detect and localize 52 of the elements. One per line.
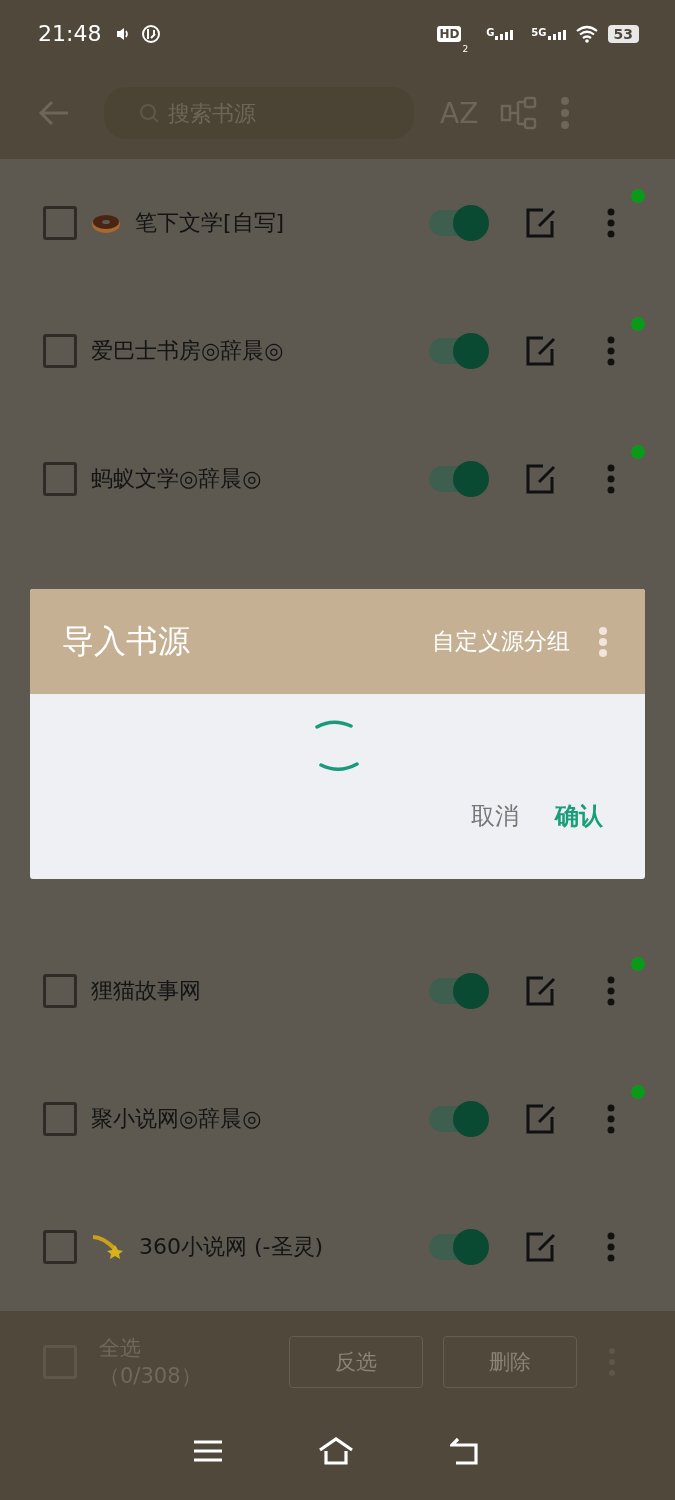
source-name: 笔下文学[自写] bbox=[135, 209, 285, 238]
toggle-switch[interactable] bbox=[429, 205, 489, 242]
toggle-switch[interactable] bbox=[429, 973, 489, 1010]
signal-indicator: 5G bbox=[531, 27, 566, 40]
confirm-button[interactable]: 确认 bbox=[549, 794, 609, 839]
menu-icon[interactable] bbox=[192, 1439, 223, 1464]
group-icon[interactable] bbox=[500, 96, 539, 131]
back-arrow-icon[interactable] bbox=[38, 99, 70, 128]
toggle-switch[interactable] bbox=[429, 333, 489, 370]
cancel-button[interactable]: 取消 bbox=[465, 794, 525, 839]
edit-icon[interactable] bbox=[525, 336, 557, 367]
more-icon[interactable] bbox=[607, 1232, 615, 1263]
toggle-switch[interactable] bbox=[429, 1229, 489, 1266]
more-icon[interactable] bbox=[607, 208, 615, 239]
dialog-title: 导入书源 bbox=[62, 620, 190, 662]
invert-selection-button[interactable]: 反选 bbox=[289, 1336, 423, 1389]
toggle-switch[interactable] bbox=[429, 461, 489, 498]
clock: 21:48 bbox=[38, 21, 102, 47]
source-name: 360小说网 (-圣灵) bbox=[139, 1233, 324, 1262]
home-icon[interactable] bbox=[318, 1437, 355, 1466]
checkbox[interactable] bbox=[43, 974, 77, 1009]
battery-indicator: 53 bbox=[607, 24, 639, 43]
checkbox[interactable] bbox=[43, 206, 77, 241]
star-icon bbox=[91, 1233, 125, 1262]
sim-index: 2 bbox=[462, 43, 469, 54]
more-icon[interactable] bbox=[607, 976, 615, 1007]
checkbox[interactable] bbox=[43, 334, 77, 369]
checkbox[interactable] bbox=[43, 1230, 77, 1265]
source-name: 蚂蚁文学◎辞晨◎ bbox=[91, 465, 262, 494]
wifi-icon bbox=[575, 24, 598, 43]
more-icon[interactable] bbox=[560, 96, 571, 131]
delete-button[interactable]: 删除 bbox=[443, 1336, 577, 1389]
more-icon[interactable] bbox=[607, 1104, 615, 1135]
donut-icon bbox=[91, 212, 121, 235]
edit-icon[interactable] bbox=[525, 208, 557, 239]
source-name: 爱巴士书房◎辞晨◎ bbox=[91, 337, 284, 366]
checkbox[interactable] bbox=[43, 462, 77, 497]
custom-group-button[interactable]: 自定义源分组 bbox=[432, 626, 570, 658]
edit-icon[interactable] bbox=[525, 976, 557, 1007]
toggle-switch[interactable] bbox=[429, 1101, 489, 1138]
edit-icon[interactable] bbox=[525, 1104, 557, 1135]
signal-indicator: G bbox=[486, 27, 514, 40]
source-name: 聚小说网◎辞晨◎ bbox=[91, 1105, 262, 1134]
data-saver-icon bbox=[141, 23, 162, 44]
source-name: 狸猫故事网 bbox=[91, 977, 201, 1006]
hd-voice-indicator: HD bbox=[437, 25, 462, 42]
more-icon[interactable] bbox=[607, 464, 615, 495]
edit-icon[interactable] bbox=[525, 464, 557, 495]
more-icon[interactable] bbox=[598, 625, 608, 658]
checkbox[interactable] bbox=[43, 1102, 77, 1137]
edit-icon[interactable] bbox=[525, 1232, 557, 1263]
more-icon[interactable] bbox=[607, 336, 615, 367]
